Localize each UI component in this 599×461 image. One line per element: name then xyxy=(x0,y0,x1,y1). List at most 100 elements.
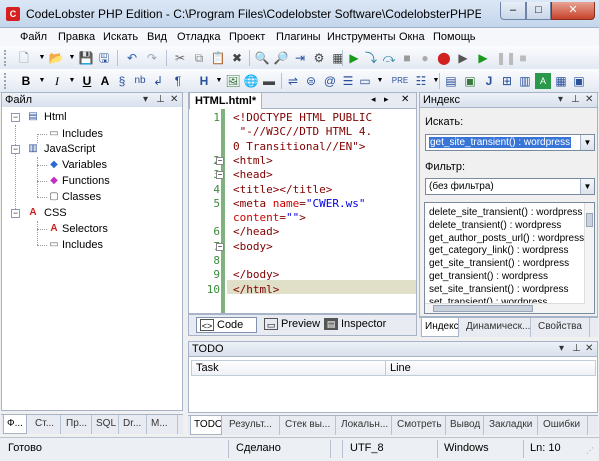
heading-icon[interactable]: H xyxy=(196,73,212,89)
object-icon[interactable]: ⊞ xyxy=(499,73,515,89)
tree-item-css-includes[interactable]: Includes xyxy=(62,239,103,251)
index-list-item[interactable]: get_site_transient() : wordpress xyxy=(429,258,569,269)
code-line[interactable]: 0 Transitional//EN"> xyxy=(233,140,365,153)
tab-structure[interactable]: Ст... xyxy=(32,415,61,434)
dropdown-icon[interactable]: ▼ xyxy=(34,73,50,89)
code-line[interactable]: </body> xyxy=(233,268,279,281)
resize-grip-icon[interactable]: ⋰ xyxy=(586,446,594,455)
tab-preview[interactable]: ▭ Preview xyxy=(261,317,320,333)
paragraph-icon[interactable]: § xyxy=(114,73,130,89)
nobreak-icon[interactable]: nb xyxy=(132,73,148,89)
cut-icon[interactable]: ✂ xyxy=(172,50,188,66)
menu-view[interactable]: Вид xyxy=(147,31,167,43)
code-editor[interactable]: 12345678910−−− <!DOCTYPE HTML PUBLIC "-/… xyxy=(188,109,417,314)
tree-item-html-includes[interactable]: Includes xyxy=(62,128,103,140)
tab-drupal[interactable]: Dr... xyxy=(120,415,147,434)
grid-icon[interactable]: ▦ xyxy=(330,50,346,66)
tab-inspector[interactable]: ▤ Inspector xyxy=(321,317,393,333)
pin-icon[interactable]: ⊥ xyxy=(572,342,581,356)
close-button[interactable]: ✕ xyxy=(551,2,595,20)
index-list-item[interactable]: set_site_transient() : wordpress xyxy=(429,284,569,295)
tab-project[interactable]: Пр... xyxy=(63,415,92,434)
menu-debug[interactable]: Отладка xyxy=(177,31,220,43)
tab-index[interactable]: Индекс xyxy=(421,318,459,337)
pin-icon[interactable]: ⊥ xyxy=(156,93,165,107)
list-icon[interactable]: ☷ xyxy=(413,73,429,89)
div-icon[interactable]: ▭ xyxy=(357,73,373,89)
frame-icon[interactable]: ▣ xyxy=(462,73,478,89)
fold-head-toggle[interactable]: − xyxy=(216,171,224,180)
debug-run-icon[interactable]: ▶ xyxy=(455,50,471,66)
toolbar-grip[interactable] xyxy=(4,73,7,89)
table-icon[interactable]: ▤ xyxy=(443,73,459,89)
pin-icon[interactable]: ⊥ xyxy=(571,93,580,107)
tab-results[interactable]: Результ... xyxy=(226,416,280,435)
collapse-toggle[interactable]: − xyxy=(11,145,20,154)
tree-item-html[interactable]: Html xyxy=(44,111,67,123)
tab-code[interactable]: <> Code xyxy=(196,317,257,333)
fold-body-toggle[interactable]: − xyxy=(216,242,224,251)
menu-edit[interactable]: Правка xyxy=(58,31,95,43)
code-line[interactable]: <meta name="CWER.ws" xyxy=(233,197,365,210)
italic-icon[interactable]: I xyxy=(49,73,65,89)
redo-icon[interactable]: ↷ xyxy=(144,50,160,66)
toolbar-grip[interactable] xyxy=(4,50,7,66)
paste-icon[interactable]: 📋 xyxy=(210,50,226,66)
code-line[interactable]: <html> xyxy=(233,154,273,167)
image-icon[interactable]: 🖼 xyxy=(225,73,241,89)
align-icon[interactable]: ↲ xyxy=(150,73,166,89)
tab-sql[interactable]: SQL xyxy=(93,415,119,434)
bold-icon[interactable]: B xyxy=(18,73,34,89)
close-tab-icon[interactable]: ✕ xyxy=(401,94,409,105)
breakpoint-icon[interactable]: ● xyxy=(417,50,433,66)
anchor-icon[interactable]: ⊜ xyxy=(303,73,319,89)
javascript-icon[interactable]: J xyxy=(481,73,497,89)
column-header-line[interactable]: Line xyxy=(385,360,596,376)
tab-call-stack[interactable]: Стек вы... xyxy=(282,416,336,435)
menu-plugins[interactable]: Плагины xyxy=(276,31,321,43)
chevron-down-icon[interactable]: ▼ xyxy=(580,179,594,194)
link-icon[interactable]: 🌐 xyxy=(243,73,259,89)
tree-item-classes[interactable]: Classes xyxy=(62,191,101,203)
color-icon[interactable]: ▣ xyxy=(571,73,587,89)
find-replace-icon[interactable]: 🔎 xyxy=(273,50,289,66)
panel-menu-icon[interactable]: ▾ xyxy=(143,93,148,107)
tab-watch[interactable]: Смотреть xyxy=(394,416,446,435)
save-icon[interactable]: 💾 xyxy=(78,50,94,66)
tab-properties[interactable]: Свойства xyxy=(535,318,590,337)
style-icon[interactable]: A xyxy=(535,73,551,89)
underline-icon[interactable]: U xyxy=(79,73,95,89)
hr-icon[interactable]: ▬ xyxy=(261,73,277,89)
toggle-breakpoint-icon[interactable]: ⬤ xyxy=(436,50,452,66)
panel-close-icon[interactable]: ✕ xyxy=(170,93,178,107)
tree-item-functions[interactable]: Functions xyxy=(62,175,110,187)
find-icon[interactable]: 🔍 xyxy=(254,50,270,66)
code-line[interactable]: "-//W3C//DTD HTML 4. xyxy=(233,125,372,138)
menu-search[interactable]: Искать xyxy=(103,31,138,43)
tab-dynamic[interactable]: Динамическ... xyxy=(463,318,531,337)
code-line[interactable]: <title></title> xyxy=(233,183,332,196)
copy-icon[interactable]: ⧉ xyxy=(191,50,207,66)
code-line[interactable]: </html> xyxy=(233,283,279,296)
tab-locals[interactable]: Локальн... xyxy=(338,416,392,435)
dropdown-icon[interactable]: ▼ xyxy=(372,73,388,89)
tree-item-variables[interactable]: Variables xyxy=(62,159,107,171)
editor-tab-html[interactable]: HTML.html* xyxy=(189,92,263,109)
stop-debug-icon[interactable]: ■ xyxy=(515,50,531,66)
search-combo[interactable]: get_site_transient() : wordpress ▼ xyxy=(425,134,595,151)
fold-html-toggle[interactable]: − xyxy=(216,156,224,165)
continue-icon[interactable]: ▶ xyxy=(475,50,491,66)
tab-bookmarks[interactable]: Закладки xyxy=(486,416,538,435)
scroll-left-icon[interactable]: ◂ xyxy=(371,94,376,105)
maximize-button[interactable]: □ xyxy=(526,2,551,20)
menu-file[interactable]: Файл xyxy=(20,31,47,43)
save-all-icon[interactable]: 🖫 xyxy=(96,50,112,66)
panel-close-icon[interactable]: ✕ xyxy=(585,342,593,356)
column-header-task[interactable]: Task xyxy=(191,360,386,376)
code-line[interactable]: </head> xyxy=(233,225,279,238)
panel-menu-icon[interactable]: ▾ xyxy=(559,342,564,356)
pause-icon[interactable]: ❚❚ xyxy=(496,50,516,66)
comment-icon[interactable]: ☰ xyxy=(340,73,356,89)
run-icon[interactable]: ▶ xyxy=(346,50,362,66)
stop-icon[interactable]: ■ xyxy=(399,50,415,66)
